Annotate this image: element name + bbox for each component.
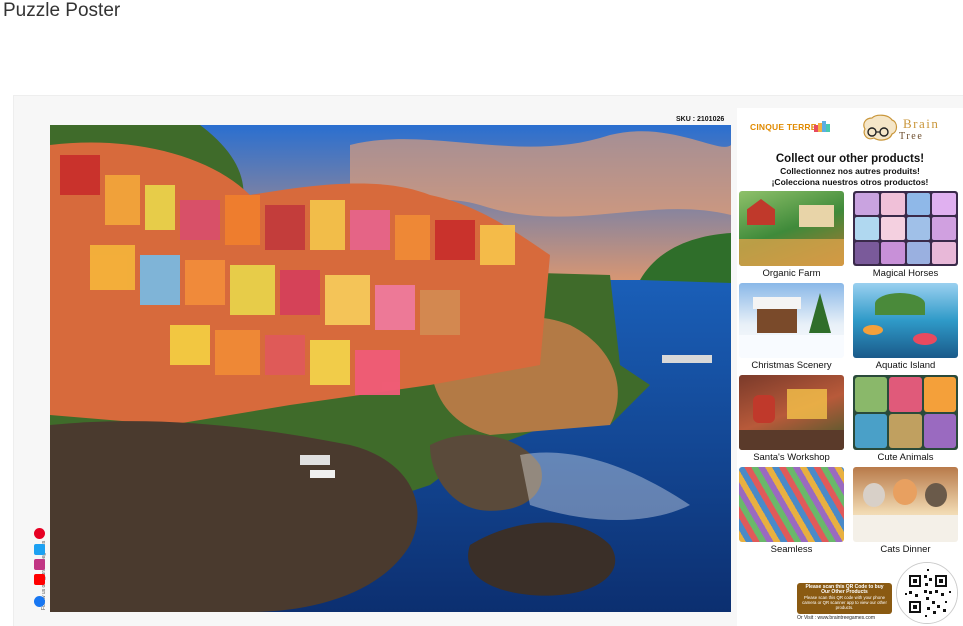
santa-thumbnail[interactable]	[739, 375, 844, 450]
collect-heading-fr: Collectionnez nos autres produits!	[780, 166, 920, 176]
youtube-icon[interactable]	[34, 574, 45, 585]
product-label: Cats Dinner	[880, 544, 931, 555]
product-label: Christmas Scenery	[751, 360, 832, 371]
cinque-terre-logo-icon	[814, 121, 830, 132]
product-label: Organic Farm	[762, 268, 821, 279]
horses-thumbnail[interactable]	[853, 191, 958, 266]
cats-thumbnail[interactable]	[853, 467, 958, 542]
cinque-terre-logo: CINQUE TERRE	[750, 122, 817, 132]
product-label: Cute Animals	[877, 452, 934, 463]
facebook-icon[interactable]	[34, 596, 45, 607]
qr-instruction-line3: Please scan this QR code with your phone…	[802, 595, 887, 610]
brain-tree-logo-word2: Tree	[899, 131, 924, 142]
visit-website-text[interactable]: Or Visit : www.braintreegames.com	[797, 615, 875, 621]
cinque-terre-illustration	[50, 125, 731, 612]
qr-instruction-box: Please scan this QR Code to buy Our Othe…	[797, 583, 892, 614]
seamless-thumbnail[interactable]	[739, 467, 844, 542]
instagram-icon[interactable]	[34, 559, 45, 570]
product-label: Aquatic Island	[875, 360, 936, 371]
sku-label: SKU : 2101026	[676, 116, 725, 123]
qr-code-pattern	[897, 563, 957, 623]
twitter-icon[interactable]	[34, 544, 45, 555]
page-title: Puzzle Poster	[3, 0, 121, 21]
qr-code[interactable]	[896, 562, 958, 624]
brain-tree-logo-word1: Brain	[903, 116, 940, 131]
product-card[interactable]: Christmas Scenery	[739, 283, 844, 371]
social-strip: Follow us on @braintreegames	[30, 470, 48, 615]
animals-thumbnail[interactable]	[853, 375, 958, 450]
product-card[interactable]: Aquatic Island	[853, 283, 958, 371]
product-card[interactable]: Magical Horses	[853, 191, 958, 279]
product-label: Magical Horses	[872, 268, 939, 279]
social-follow-text: Follow us on @braintreegames	[41, 541, 47, 610]
product-card[interactable]: Seamless	[739, 467, 844, 555]
product-card[interactable]: Organic Farm	[739, 191, 844, 279]
product-card[interactable]: Cats Dinner	[853, 467, 958, 555]
pinterest-icon[interactable]	[34, 528, 45, 539]
christmas-thumbnail[interactable]	[739, 283, 844, 358]
aquatic-thumbnail[interactable]	[853, 283, 958, 358]
puzzle-photo	[50, 125, 731, 612]
collect-heading: Collect our other products!	[775, 153, 925, 165]
product-label: Santa's Workshop	[753, 452, 830, 463]
product-card[interactable]: Cute Animals	[853, 375, 958, 463]
product-label: Seamless	[770, 544, 813, 555]
collect-heading-es: ¡Colecciona nuestros otros productos!	[771, 177, 929, 187]
product-card[interactable]: Santa's Workshop	[739, 375, 844, 463]
farm-thumbnail[interactable]	[739, 191, 844, 266]
